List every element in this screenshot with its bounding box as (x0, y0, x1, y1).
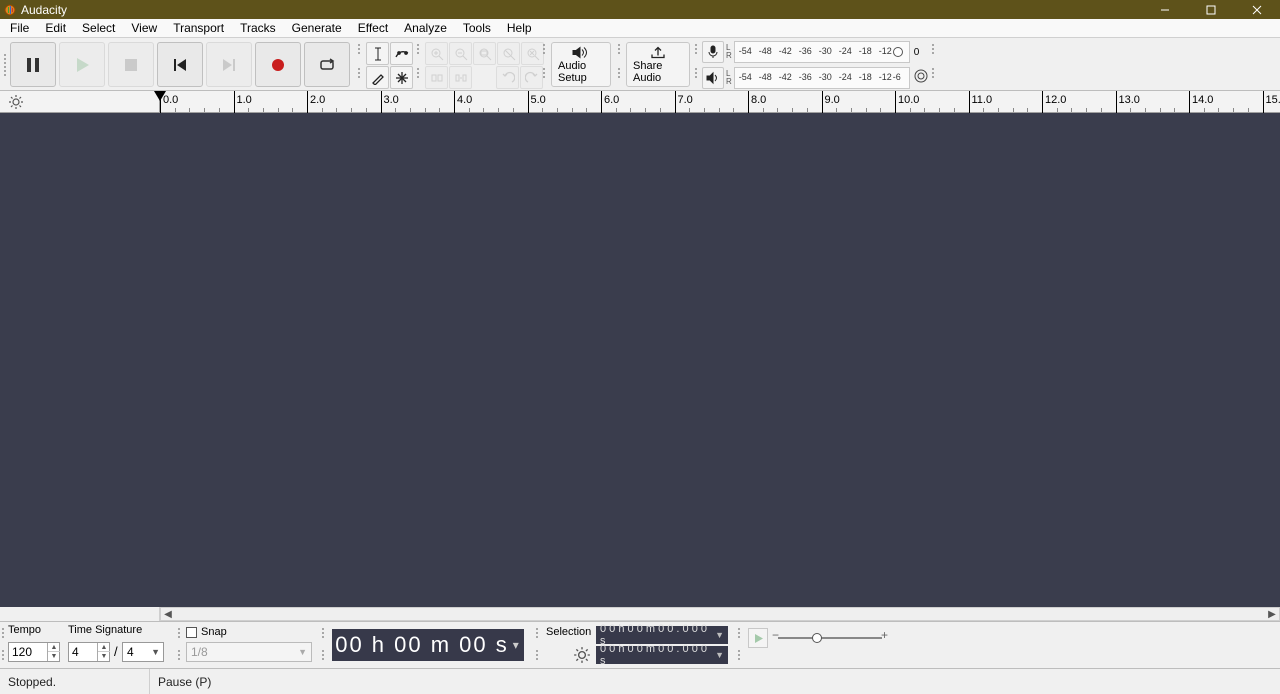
playback-meter[interactable]: -54 -48 -42 -36 -30 -24 -18 -12 -6 (734, 67, 910, 89)
time-signature-label: Time Signature (68, 624, 142, 636)
playback-speed-slider[interactable]: − + (772, 628, 888, 648)
time-display[interactable]: 00 h 00 m 00 s▾ (332, 629, 524, 661)
record-meter-icon[interactable] (702, 41, 724, 63)
menu-help[interactable]: Help (499, 19, 540, 37)
slider-thumb[interactable] (812, 633, 822, 643)
snap-checkbox[interactable]: Snap (186, 626, 227, 638)
timeline-ruler-row: 0.01.02.03.04.05.06.07.08.09.010.011.012… (0, 91, 1280, 113)
redo-button[interactable] (520, 66, 543, 89)
zoom-toggle-button[interactable] (521, 42, 544, 65)
skip-end-button[interactable] (206, 42, 252, 87)
hscroll-row: ◀ ▶ (0, 607, 1280, 621)
record-meter-knob-icon[interactable] (893, 47, 903, 57)
time-signature-denominator[interactable]: 4▼ (122, 642, 164, 662)
menu-select[interactable]: Select (74, 19, 123, 37)
status-hint: Pause (P) (150, 675, 211, 689)
menu-view[interactable]: View (123, 19, 165, 37)
fit-project-button[interactable] (497, 42, 520, 65)
status-text: Stopped. (0, 669, 150, 694)
snap-select[interactable]: 1/8▼ (186, 642, 312, 662)
chevron-down-icon: ▾ (513, 638, 521, 652)
minimize-button[interactable] (1142, 0, 1188, 19)
snap-label: Snap (201, 626, 227, 638)
selection-options-button[interactable] (573, 646, 591, 664)
bottom-toolbars: Tempo ▲▼ Time Signature ▲▼ / 4▼ Snap 1/8… (0, 621, 1280, 668)
multi-tool[interactable] (390, 66, 413, 89)
playhead-icon[interactable] (154, 91, 166, 101)
close-button[interactable] (1234, 0, 1280, 19)
audio-setup-button[interactable]: Audio Setup (551, 42, 611, 87)
scroll-left-icon[interactable]: ◀ (161, 608, 175, 620)
tracks-area[interactable] (0, 113, 1280, 607)
loop-button[interactable] (304, 42, 350, 87)
play-button[interactable] (59, 42, 105, 87)
pause-button[interactable] (10, 42, 56, 87)
record-button[interactable] (255, 42, 301, 87)
record-meter[interactable]: -54 -48 -42 -36 -30 -24 -18 -12 (734, 41, 910, 63)
chevron-down-icon: ▼ (715, 650, 724, 660)
status-bar: Stopped. Pause (P) (0, 668, 1280, 694)
tempo-label: Tempo (8, 624, 41, 636)
play-at-speed-button[interactable] (748, 628, 768, 648)
silence-button[interactable] (449, 66, 472, 89)
meter-lr: LR (726, 70, 732, 86)
gear-icon (8, 94, 24, 110)
tempo-input[interactable]: ▲▼ (8, 642, 60, 662)
trim-button[interactable] (425, 66, 448, 89)
selection-start[interactable]: 0 0 h 0 0 m 0 0 . 0 0 0 s▼ (596, 626, 728, 644)
menu-generate[interactable]: Generate (284, 19, 350, 37)
chevron-down-icon: ▼ (151, 647, 160, 657)
share-audio-label: Share Audio (633, 60, 683, 84)
meter-lr: LR (726, 44, 732, 60)
selection-label: Selection (546, 626, 591, 638)
skip-start-button[interactable] (157, 42, 203, 87)
fit-selection-button[interactable] (473, 42, 496, 65)
menu-file[interactable]: File (2, 19, 37, 37)
menu-edit[interactable]: Edit (37, 19, 74, 37)
menu-transport[interactable]: Transport (165, 19, 232, 37)
zoom-out-button[interactable] (449, 42, 472, 65)
menu-tools[interactable]: Tools (455, 19, 499, 37)
undo-button[interactable] (496, 66, 519, 89)
maximize-button[interactable] (1188, 0, 1234, 19)
title-bar: Audacity (0, 0, 1280, 19)
horizontal-scrollbar[interactable]: ◀ ▶ (160, 607, 1280, 621)
menu-bar: File Edit Select View Transport Tracks G… (0, 19, 1280, 38)
selection-tool[interactable] (366, 42, 389, 65)
checkbox-icon (186, 627, 197, 638)
envelope-tool[interactable] (390, 42, 413, 65)
timeline-options[interactable] (0, 91, 160, 112)
menu-tracks[interactable]: Tracks (232, 19, 284, 37)
toolbar-grip[interactable] (2, 42, 8, 88)
menu-analyze[interactable]: Analyze (396, 19, 455, 37)
chevron-down-icon: ▼ (298, 647, 307, 657)
tempo-up[interactable]: ▲ (48, 643, 60, 652)
time-signature-slash: / (114, 644, 118, 659)
plus-icon: + (881, 628, 888, 642)
draw-tool[interactable] (366, 66, 389, 89)
selection-end[interactable]: 0 0 h 0 0 m 0 0 . 0 0 0 s▼ (596, 646, 728, 664)
share-audio-button[interactable]: Share Audio (626, 42, 690, 87)
audio-setup-label: Audio Setup (558, 60, 604, 84)
record-meter-zero: 0 (914, 47, 920, 58)
chevron-down-icon: ▼ (715, 630, 724, 640)
toolbars: Audio Setup Share Audio LR -54 -48 -42 -… (0, 38, 1280, 91)
time-signature-numerator[interactable]: ▲▼ (68, 642, 110, 662)
menu-effect[interactable]: Effect (350, 19, 396, 37)
app-title: Audacity (21, 3, 67, 17)
stop-button[interactable] (108, 42, 154, 87)
app-icon (4, 4, 16, 16)
zoom-in-button[interactable] (425, 42, 448, 65)
minus-icon: − (772, 628, 779, 642)
tempo-value[interactable] (9, 645, 47, 659)
timeline-ruler[interactable]: 0.01.02.03.04.05.06.07.08.09.010.011.012… (160, 91, 1280, 112)
playback-meter-gear-icon[interactable] (914, 69, 928, 88)
playback-meter-icon[interactable] (702, 67, 724, 89)
scroll-right-icon[interactable]: ▶ (1265, 608, 1279, 620)
tempo-down[interactable]: ▼ (48, 652, 60, 661)
